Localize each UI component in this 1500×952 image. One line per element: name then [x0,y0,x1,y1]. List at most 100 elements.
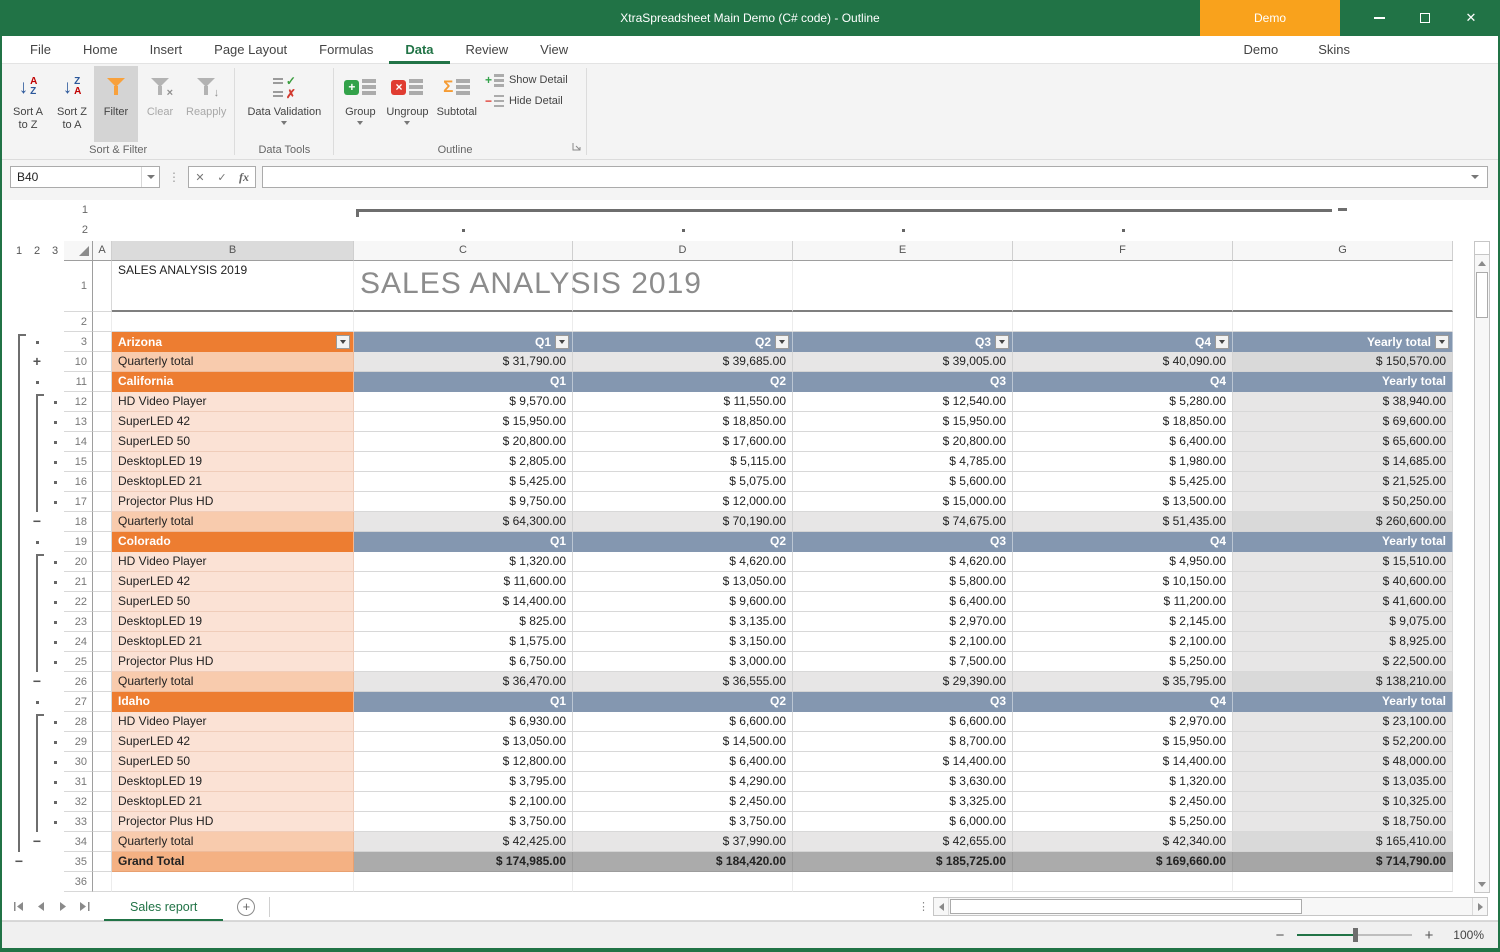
first-sheet-button[interactable] [14,902,24,911]
ungroup-button[interactable]: × Ungroup [382,66,432,142]
cell-E12[interactable]: $ 12,540.00 [793,392,1013,412]
cell-A13[interactable] [93,412,112,432]
name-box-dropdown[interactable] [141,167,159,187]
scroll-up-button[interactable] [1475,255,1489,271]
row-header-20[interactable]: 20 [64,552,93,572]
cell-B26[interactable]: Quarterly total [112,672,354,692]
scroll-left-button[interactable] [934,898,949,915]
cell-B33[interactable]: Projector Plus HD [112,812,354,832]
row-header-16[interactable]: 16 [64,472,93,492]
cell-D13[interactable]: $ 18,850.00 [573,412,793,432]
close-button[interactable]: ✕ [1448,0,1494,36]
vertical-scroll-thumb[interactable] [1476,272,1488,318]
filter-dropdown-button[interactable] [1435,335,1449,349]
cell-F15[interactable]: $ 1,980.00 [1013,452,1233,472]
cell-A1[interactable] [93,261,112,312]
group-button[interactable]: + Group [338,66,382,142]
cell-E35[interactable]: $ 185,725.00 [793,852,1013,872]
cell-B31[interactable]: DesktopLED 19 [112,772,354,792]
cell-C21[interactable]: $ 11,600.00 [354,572,573,592]
cell-F17[interactable]: $ 13,500.00 [1013,492,1233,512]
previous-sheet-button[interactable] [38,902,45,911]
cell-D29[interactable]: $ 14,500.00 [573,732,793,752]
cell-D17[interactable]: $ 12,000.00 [573,492,793,512]
filter-button[interactable]: Filter [94,66,138,142]
cell-B10[interactable]: Quarterly total [112,352,354,372]
last-sheet-button[interactable] [80,902,90,911]
cell-F21[interactable]: $ 10,150.00 [1013,572,1233,592]
cell-B35[interactable]: Grand Total [112,852,354,872]
cell-E27[interactable]: Q3 [793,692,1013,712]
cell-F32[interactable]: $ 2,450.00 [1013,792,1233,812]
cell-A36[interactable] [93,872,112,892]
cell-B17[interactable]: Projector Plus HD [112,492,354,512]
cell-E28[interactable]: $ 6,600.00 [793,712,1013,732]
cell-D22[interactable]: $ 9,600.00 [573,592,793,612]
menu-tab-page-layout[interactable]: Page Layout [198,36,303,64]
row-header-24[interactable]: 24 [64,632,93,652]
cell-G16[interactable]: $ 21,525.00 [1233,472,1453,492]
row-header-10[interactable]: 10 [64,352,93,372]
confirm-entry-button[interactable]: ✓ [211,167,233,187]
cell-A11[interactable] [93,372,112,392]
cell-G25[interactable]: $ 22,500.00 [1233,652,1453,672]
cell-D19[interactable]: Q2 [573,532,793,552]
menu-tab-view[interactable]: View [524,36,584,64]
row-header-29[interactable]: 29 [64,732,93,752]
cell-G31[interactable]: $ 13,035.00 [1233,772,1453,792]
menu-tab-formulas[interactable]: Formulas [303,36,389,64]
row-header-14[interactable]: 14 [64,432,93,452]
cell-G13[interactable]: $ 69,600.00 [1233,412,1453,432]
cell-B24[interactable]: DesktopLED 21 [112,632,354,652]
row-header-22[interactable]: 22 [64,592,93,612]
cell-D21[interactable]: $ 13,050.00 [573,572,793,592]
cell-C19[interactable]: Q1 [354,532,573,552]
column-header-A[interactable]: A [93,241,112,261]
cell-G15[interactable]: $ 14,685.00 [1233,452,1453,472]
scroll-down-button[interactable] [1475,876,1489,892]
row-header-19[interactable]: 19 [64,532,93,552]
cell-G14[interactable]: $ 65,600.00 [1233,432,1453,452]
cell-G10[interactable]: $ 150,570.00 [1233,352,1453,372]
cell-D12[interactable]: $ 11,550.00 [573,392,793,412]
cell-G18[interactable]: $ 260,600.00 [1233,512,1453,532]
cell-E25[interactable]: $ 7,500.00 [793,652,1013,672]
cell-E32[interactable]: $ 3,325.00 [793,792,1013,812]
cell-E11[interactable]: Q3 [793,372,1013,392]
cell-E15[interactable]: $ 4,785.00 [793,452,1013,472]
cell-A22[interactable] [93,592,112,612]
cell-D16[interactable]: $ 5,075.00 [573,472,793,492]
cell-E31[interactable]: $ 3,630.00 [793,772,1013,792]
row-header-31[interactable]: 31 [64,772,93,792]
cell-B30[interactable]: SuperLED 50 [112,752,354,772]
cell-G30[interactable]: $ 48,000.00 [1233,752,1453,772]
cell-B1[interactable]: SALES ANALYSIS 2019 [112,261,354,312]
column-header-F[interactable]: F [1013,241,1233,261]
vertical-scrollbar[interactable] [1474,241,1490,893]
cell-B34[interactable]: Quarterly total [112,832,354,852]
cell-F19[interactable]: Q4 [1013,532,1233,552]
cell-C23[interactable]: $ 825.00 [354,612,573,632]
cell-B11[interactable]: California [112,372,354,392]
cell-G20[interactable]: $ 15,510.00 [1233,552,1453,572]
cell-C36[interactable] [354,872,573,892]
cell-C12[interactable]: $ 9,570.00 [354,392,573,412]
cell-G28[interactable]: $ 23,100.00 [1233,712,1453,732]
cell-E29[interactable]: $ 8,700.00 [793,732,1013,752]
cell-E24[interactable]: $ 2,100.00 [793,632,1013,652]
cell-A3[interactable] [93,332,112,352]
cell-F23[interactable]: $ 2,145.00 [1013,612,1233,632]
cell-B27[interactable]: Idaho [112,692,354,712]
cell-F13[interactable]: $ 18,850.00 [1013,412,1233,432]
cell-A24[interactable] [93,632,112,652]
collapse-group-button[interactable]: − [30,672,44,692]
row-header-12[interactable]: 12 [64,392,93,412]
menu-tab-data[interactable]: Data [389,36,449,64]
cell-E26[interactable]: $ 29,390.00 [793,672,1013,692]
cell-E13[interactable]: $ 15,950.00 [793,412,1013,432]
horizontal-scroll-thumb[interactable] [950,899,1302,914]
cell-F35[interactable]: $ 169,660.00 [1013,852,1233,872]
cell-F34[interactable]: $ 42,340.00 [1013,832,1233,852]
menu-tab-insert[interactable]: Insert [134,36,199,64]
zoom-slider[interactable] [1297,934,1412,936]
